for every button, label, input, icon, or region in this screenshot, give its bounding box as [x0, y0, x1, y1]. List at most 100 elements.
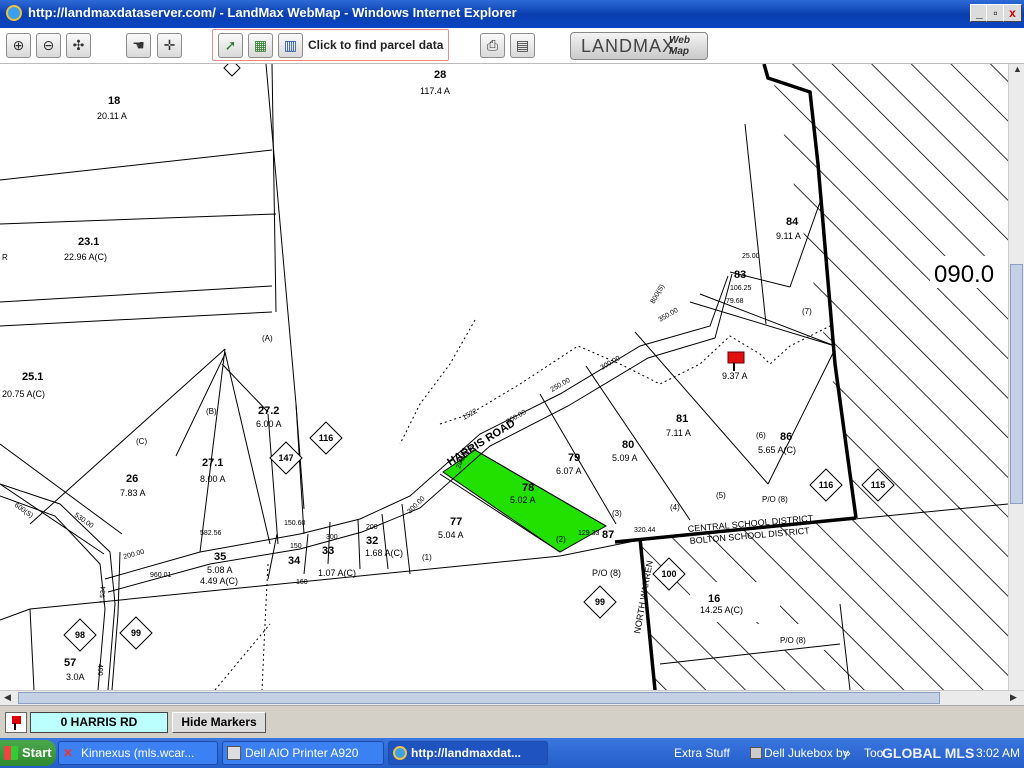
parcel-id: 79 [568, 452, 580, 464]
parcel-address-field[interactable]: 0 HARRIS RD [30, 712, 168, 733]
layers-button[interactable]: ▥ [278, 33, 303, 58]
pan-button[interactable]: ☚ [126, 33, 151, 58]
harris-road [0, 273, 733, 690]
horizontal-scrollbar[interactable]: ◀ ▶ [0, 690, 1024, 705]
zoom-out-button[interactable]: ⊖ [36, 33, 61, 58]
scroll-up-icon[interactable]: ▲ [1013, 64, 1022, 74]
hide-markers-button[interactable]: Hide Markers [172, 712, 266, 733]
hatched-region-east [770, 64, 1008, 518]
route-marker-98: 98 [63, 618, 97, 652]
svg-text:P/O (8): P/O (8) [762, 495, 788, 504]
tools-toolbar[interactable]: Too [864, 740, 883, 766]
taskbar-item-printer[interactable]: Dell AIO Printer A920 [222, 741, 384, 765]
find-parcel-label: Click to find parcel data [308, 38, 444, 52]
svg-text:350.00: 350.00 [658, 307, 680, 324]
stream-branch-sw [214, 623, 271, 690]
scroll-right-icon[interactable]: ▶ [1010, 692, 1017, 703]
svg-text:100: 100 [661, 569, 676, 579]
parcel-id: 86 [780, 431, 792, 443]
parcel-area: P/O (8) [592, 568, 621, 578]
route-marker-116-east: 116 [809, 468, 843, 502]
recenter-button[interactable]: ✛ [157, 33, 182, 58]
taskbar-item-landmax[interactable]: http://landmaxdat... [388, 741, 548, 765]
svg-text:(B): (B) [206, 407, 217, 416]
parcel-id: 34 [288, 555, 301, 567]
label-pad [690, 582, 780, 622]
svg-text:250.00: 250.00 [550, 377, 572, 394]
parcel-area: 20.11 A [97, 111, 127, 121]
zoom-out-icon: ⊖ [42, 37, 55, 53]
parcel-area: 5.65 A(C) [758, 445, 796, 455]
report-button[interactable]: ▤ [510, 33, 535, 58]
start-button[interactable]: Start [0, 740, 56, 766]
zoom-in-icon: ⊕ [12, 37, 25, 53]
layers-icon: ▥ [283, 37, 298, 53]
parcel-area: 20.75 A(C) [2, 389, 45, 399]
svg-text:129.33: 129.33 [578, 530, 600, 537]
watermark: GLOBAL MLS [882, 745, 975, 761]
internet-explorer-icon [6, 5, 22, 21]
svg-text:200.00: 200.00 [123, 549, 146, 561]
crosshair-icon: ✛ [163, 37, 176, 53]
horizontal-scroll-thumb[interactable] [18, 692, 940, 704]
svg-text:1522: 1522 [462, 408, 479, 422]
location-marker[interactable] [727, 351, 745, 371]
parcel-id: 35 [214, 551, 226, 563]
map-canvas[interactable]: 090.0 HARRIS ROAD NORTH WARREN CENTRAL S… [0, 64, 1008, 690]
svg-text:300.00: 300.00 [600, 355, 622, 372]
vertical-scroll-thumb[interactable] [1010, 264, 1023, 504]
toolbar-chevron[interactable]: » [844, 740, 851, 766]
parcel-area: 3.0A [66, 672, 85, 682]
route-marker-99: 99 [583, 585, 617, 619]
svg-text:116: 116 [819, 480, 834, 490]
svg-text:300.00: 300.00 [506, 409, 528, 426]
svg-text:116: 116 [319, 433, 334, 443]
windows-taskbar: Start ✕ Kinnexus (mls.wcar... Dell AIO P… [0, 738, 1024, 768]
parcel-id: 57 [64, 657, 76, 669]
marker-flag-icon[interactable] [5, 712, 27, 733]
full-extent-button[interactable]: ✣ [66, 33, 91, 58]
title-bar: http://landmaxdataserver.com/ - LandMax … [0, 0, 1024, 28]
parcel-area: 7.83 A [120, 488, 146, 498]
svg-text:(6): (6) [756, 431, 766, 440]
parcel-area: 1.68 A(C) [365, 548, 403, 558]
landmax-logo[interactable]: LANDMAX Web Map [570, 32, 708, 60]
parcel-map[interactable]: 090.0 HARRIS ROAD NORTH WARREN CENTRAL S… [0, 64, 1008, 690]
identify-parcel-button[interactable]: ➚ [218, 33, 243, 58]
extra-stuff-toolbar[interactable]: Extra Stuff [674, 740, 730, 766]
svg-text:115: 115 [871, 480, 886, 490]
parcel-id: 83 [734, 269, 746, 281]
route-marker-116: 116 [309, 421, 343, 455]
parcel-area: 5.09 A [612, 453, 638, 463]
scroll-left-icon[interactable]: ◀ [4, 692, 11, 703]
svg-text:800(S): 800(S) [650, 283, 667, 305]
parcel-area: 22.96 A(C) [64, 252, 107, 262]
identify-pointer-icon: ➚ [224, 37, 237, 53]
parcel-id: 80 [622, 439, 634, 451]
svg-text:P/O (8): P/O (8) [780, 636, 806, 645]
x-icon: ✕ [63, 746, 74, 760]
marker-bar: 0 HARRIS RD Hide Markers [0, 705, 1024, 738]
printer-icon [227, 746, 241, 760]
parcel-area: 1.07 A(C) [318, 568, 356, 578]
close-button[interactable]: x [1003, 4, 1022, 22]
svg-text:79.68: 79.68 [726, 298, 744, 305]
parcel-id: 27.1 [202, 457, 223, 469]
vertical-scrollbar[interactable]: ▲ [1008, 64, 1024, 690]
parcel-area: 5.02 A [510, 495, 536, 505]
svg-text:(4): (4) [670, 503, 680, 512]
parcel-area: 5.08 A [207, 565, 233, 575]
print-button[interactable]: ⎙ [480, 33, 505, 58]
dell-jukebox-toolbar[interactable]: Dell Jukebox by [764, 740, 849, 766]
taskbar-item-kinnexus[interactable]: ✕ Kinnexus (mls.wcar... [58, 741, 218, 765]
route-marker-147: 147 [269, 441, 303, 475]
select-area-button[interactable]: ▦ [248, 33, 273, 58]
parcel-id: 33 [322, 545, 334, 557]
route-marker-99-west: 99 [119, 616, 153, 650]
section-number: 090.0 [934, 261, 994, 288]
parcel-id: 84 [786, 216, 799, 228]
zoom-in-button[interactable]: ⊕ [6, 33, 31, 58]
svg-text:(5): (5) [716, 491, 726, 500]
stream-line [439, 325, 831, 425]
internet-explorer-icon [393, 746, 407, 760]
